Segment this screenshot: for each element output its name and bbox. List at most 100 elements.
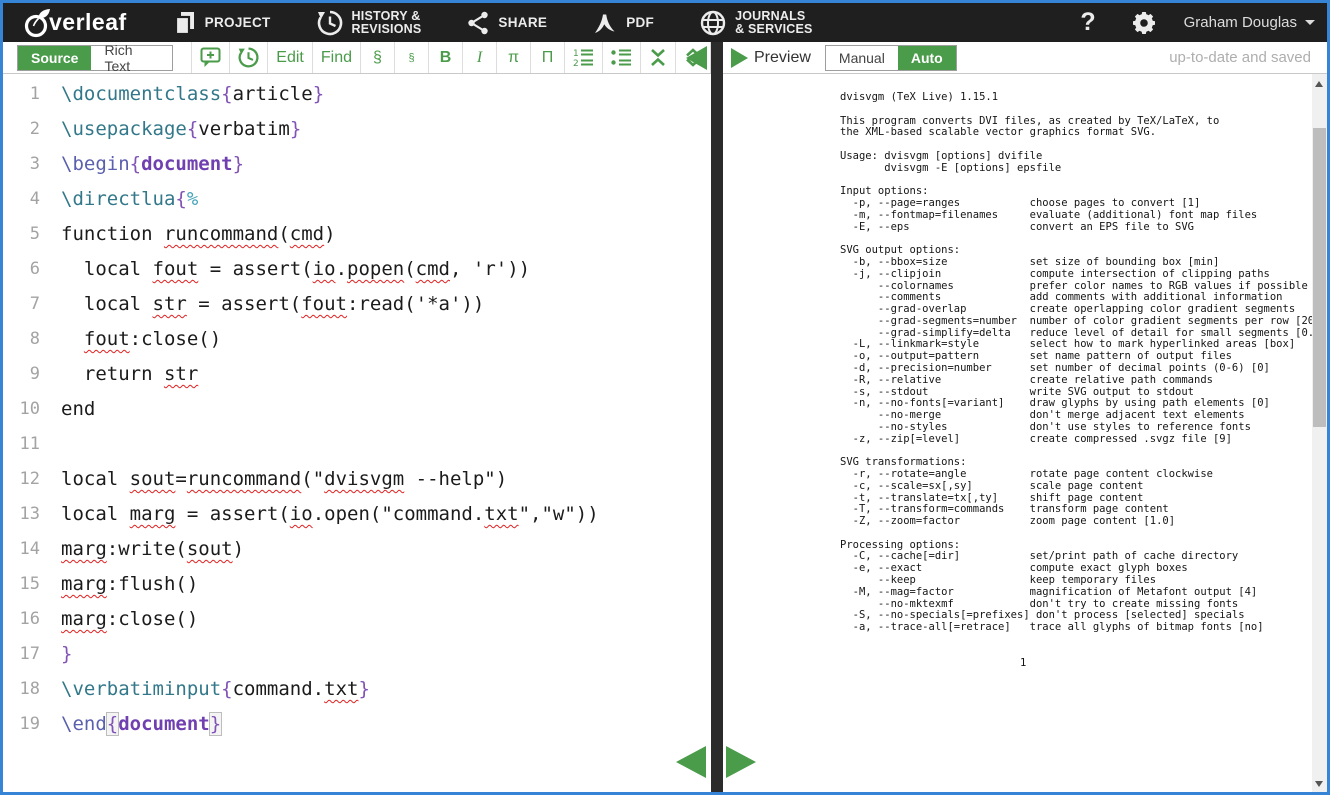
line-number: 1 (3, 77, 49, 112)
code-line[interactable]: 13local marg = assert(io.open("command.t… (3, 497, 711, 532)
collapse-editor-arrow[interactable] (686, 46, 707, 70)
share-icon (467, 11, 489, 35)
code-line[interactable]: 5function runcommand(cmd) (3, 217, 711, 252)
inline-math-button[interactable]: π (497, 42, 531, 73)
bold-button[interactable]: B (429, 42, 463, 73)
preview-label: Preview (754, 49, 811, 67)
settings-gear-button[interactable] (1132, 11, 1156, 35)
code-line[interactable]: 15marg:flush() (3, 567, 711, 602)
mode-toggle: Source Rich Text (17, 45, 173, 71)
fold-icon (649, 48, 667, 67)
edit-button[interactable]: Edit (268, 42, 313, 73)
manual-compile-button[interactable]: Manual (826, 46, 898, 70)
svg-text:1: 1 (573, 49, 579, 59)
code-text: \end{document} (49, 707, 221, 742)
code-line[interactable]: 3\begin{document} (3, 147, 711, 182)
line-number: 9 (3, 357, 49, 392)
code-line[interactable]: 12local sout=runcommand("dvisvgm --help"… (3, 462, 711, 497)
code-text: local str = assert(fout:read('*a')) (49, 287, 484, 322)
scroll-up-arrow-icon[interactable] (1315, 81, 1323, 87)
nav-pdf-label: PDF (626, 15, 654, 30)
line-number: 13 (3, 497, 49, 532)
auto-compile-button[interactable]: Auto (898, 46, 956, 70)
numbered-list-button[interactable]: 1 2 (565, 42, 603, 73)
code-text: \documentclass{article} (49, 77, 324, 112)
preview-scrollbar[interactable] (1312, 74, 1327, 792)
expand-right-pane-arrow[interactable] (726, 746, 756, 778)
code-text: marg:close() (49, 602, 198, 637)
rich-text-mode-button[interactable]: Rich Text (91, 46, 172, 70)
code-line[interactable]: 8 fout:close() (3, 322, 711, 357)
line-number: 11 (3, 427, 49, 462)
code-text: marg:flush() (49, 567, 198, 602)
italic-button[interactable]: I (463, 42, 497, 73)
recompile-play-icon[interactable] (731, 48, 748, 68)
navbar-right: ? Graham Douglas (1080, 8, 1315, 37)
journals-icon (700, 10, 726, 36)
nav-pdf[interactable]: PDF (593, 11, 654, 35)
history-icon (317, 10, 343, 36)
code-text: function runcommand(cmd) (49, 217, 336, 252)
restore-version-button[interactable] (230, 42, 268, 73)
code-line[interactable]: 1\documentclass{article} (3, 77, 711, 112)
line-number: 8 (3, 322, 49, 357)
help-button[interactable]: ? (1080, 8, 1095, 37)
line-number: 12 (3, 462, 49, 497)
chevron-down-icon (1305, 20, 1315, 25)
source-mode-button[interactable]: Source (18, 46, 91, 70)
line-number: 4 (3, 182, 49, 217)
code-lines: 1\documentclass{article}2\usepackage{ver… (3, 77, 711, 742)
line-number: 19 (3, 707, 49, 742)
pane-divider[interactable] (711, 42, 723, 792)
nav-share[interactable]: SHARE (467, 11, 547, 35)
comment-plus-icon (200, 47, 221, 68)
code-line[interactable]: 16marg:close() (3, 602, 711, 637)
nav-journals-services[interactable]: JOURNALS & SERVICES (700, 10, 813, 36)
gear-icon (1132, 11, 1156, 35)
fold-code-button[interactable] (641, 42, 676, 73)
code-line[interactable]: 10end (3, 392, 711, 427)
source-editor[interactable]: 1\documentclass{article}2\usepackage{ver… (3, 74, 711, 792)
top-navbar: verleaf PROJECT HISTORY & REVISIONS (3, 3, 1327, 42)
line-number: 17 (3, 637, 49, 672)
nav-project[interactable]: PROJECT (173, 11, 271, 35)
editor-toolbar: Source Rich Text (3, 42, 711, 74)
code-line[interactable]: 14marg:write(sout) (3, 532, 711, 567)
code-line[interactable]: 11 (3, 427, 711, 462)
pdf-icon (593, 11, 617, 35)
add-comment-button[interactable] (192, 42, 230, 73)
find-button[interactable]: Find (313, 42, 361, 73)
code-text: } (49, 637, 72, 672)
code-text: \begin{document} (49, 147, 244, 182)
nav-history-revisions[interactable]: HISTORY & REVISIONS (317, 10, 422, 36)
project-icon (173, 11, 196, 35)
code-line[interactable]: 4\directlua{% (3, 182, 711, 217)
code-line[interactable]: 18\verbatiminput{command.txt} (3, 672, 711, 707)
code-text (49, 427, 61, 462)
code-line[interactable]: 19\end{document} (3, 707, 711, 742)
code-text: return str (49, 357, 198, 392)
code-line[interactable]: 17} (3, 637, 711, 672)
subsection-button[interactable]: § (395, 42, 429, 73)
code-text: local fout = assert(io.popen(cmd, 'r')) (49, 252, 530, 287)
history-clock-icon (238, 47, 259, 68)
code-line[interactable]: 7 local str = assert(fout:read('*a')) (3, 287, 711, 322)
code-text: \usepackage{verbatim} (49, 112, 301, 147)
overleaf-logo[interactable]: verleaf (23, 8, 127, 38)
svg-text:2: 2 (573, 59, 579, 67)
user-menu[interactable]: Graham Douglas (1184, 14, 1315, 31)
display-math-button[interactable]: Π (531, 42, 565, 73)
line-number: 18 (3, 672, 49, 707)
nav-history-label: HISTORY & REVISIONS (352, 10, 422, 36)
scrollbar-thumb[interactable] (1313, 128, 1326, 427)
scroll-down-arrow-icon[interactable] (1315, 781, 1323, 787)
section-button[interactable]: § (361, 42, 395, 73)
code-text: fout:close() (49, 322, 221, 357)
preview-pane: Preview Manual Auto up-to-date and saved… (723, 42, 1327, 792)
collapse-left-pane-arrow[interactable] (676, 746, 706, 778)
bullet-list-button[interactable] (603, 42, 641, 73)
code-line[interactable]: 6 local fout = assert(io.popen(cmd, 'r')… (3, 252, 711, 287)
code-line[interactable]: 9 return str (3, 357, 711, 392)
code-line[interactable]: 2\usepackage{verbatim} (3, 112, 711, 147)
pdf-page[interactable]: dvisvgm (TeX Live) 1.15.1 This program c… (723, 74, 1312, 792)
